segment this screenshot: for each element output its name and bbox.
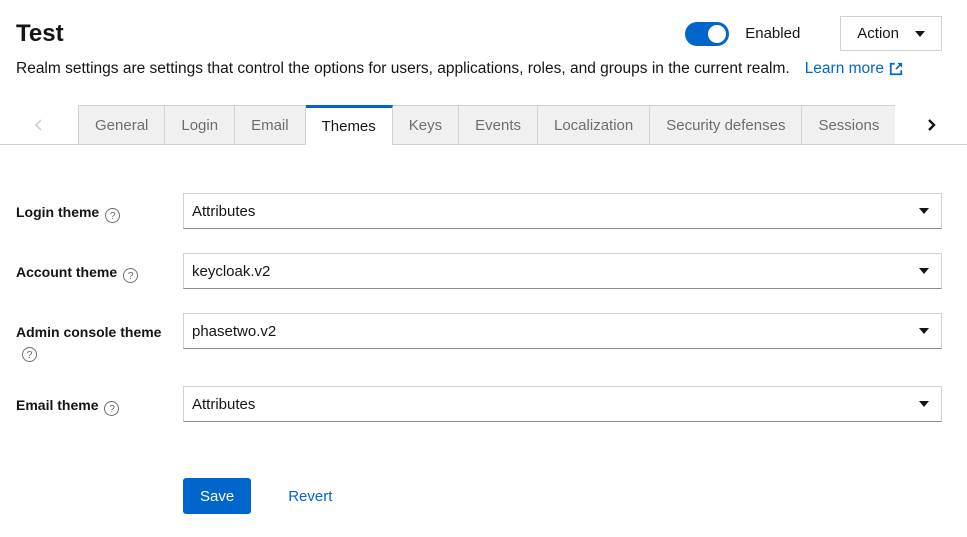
email-theme-label: Email theme? bbox=[16, 386, 176, 416]
email-theme-value: Attributes bbox=[192, 396, 255, 413]
account-theme-label: Account theme? bbox=[16, 253, 176, 283]
login-theme-row: Login theme? Attributes bbox=[16, 193, 942, 229]
tab-label: Login bbox=[181, 117, 218, 134]
revert-button[interactable]: Revert bbox=[288, 488, 332, 505]
admin-console-theme-value: phasetwo.v2 bbox=[192, 323, 276, 340]
help-icon[interactable]: ? bbox=[123, 268, 138, 283]
caret-down-icon bbox=[915, 31, 925, 37]
themes-form: Login theme? Attributes Account theme? k… bbox=[0, 193, 967, 514]
realm-settings-tabs: General Login Email Themes Keys Events L… bbox=[0, 105, 967, 145]
tab-sessions[interactable]: Sessions bbox=[802, 105, 895, 145]
caret-down-icon bbox=[919, 208, 929, 214]
chevron-left-icon bbox=[32, 118, 46, 132]
account-theme-select[interactable]: keycloak.v2 bbox=[183, 253, 942, 289]
page-header: Test Enabled Action Realm settings are s… bbox=[0, 0, 967, 78]
field-label-text: Email theme bbox=[16, 397, 98, 413]
tab-label: Sessions bbox=[818, 117, 879, 134]
tab-general[interactable]: General bbox=[78, 105, 165, 145]
admin-console-theme-label: Admin console theme? bbox=[16, 313, 176, 362]
tabs-scroll-left-button[interactable] bbox=[0, 105, 78, 145]
email-theme-row: Email theme? Attributes bbox=[16, 386, 942, 422]
tab-email[interactable]: Email bbox=[235, 105, 306, 145]
form-actions: Save Revert bbox=[183, 478, 942, 514]
action-dropdown-label: Action bbox=[857, 25, 899, 42]
caret-down-icon bbox=[919, 268, 929, 274]
tab-events[interactable]: Events bbox=[459, 105, 538, 145]
caret-down-icon bbox=[919, 328, 929, 334]
help-icon[interactable]: ? bbox=[22, 347, 37, 362]
tab-label: Localization bbox=[554, 117, 633, 134]
toggle-knob bbox=[708, 25, 726, 43]
save-button[interactable]: Save bbox=[183, 478, 251, 514]
learn-more-link[interactable]: Learn more bbox=[805, 60, 903, 78]
tab-security-defenses[interactable]: Security defenses bbox=[650, 105, 802, 145]
realm-description: Realm settings are settings that control… bbox=[16, 60, 790, 78]
help-icon[interactable]: ? bbox=[105, 208, 120, 223]
tab-label: Events bbox=[475, 117, 521, 134]
login-theme-value: Attributes bbox=[192, 203, 255, 220]
field-label-text: Login theme bbox=[16, 204, 99, 220]
admin-console-theme-row: Admin console theme? phasetwo.v2 bbox=[16, 313, 942, 362]
field-label-text: Admin console theme bbox=[16, 324, 161, 340]
learn-more-label: Learn more bbox=[805, 60, 884, 78]
tab-login[interactable]: Login bbox=[165, 105, 235, 145]
admin-console-theme-select[interactable]: phasetwo.v2 bbox=[183, 313, 942, 349]
help-icon[interactable]: ? bbox=[104, 401, 119, 416]
tab-themes[interactable]: Themes bbox=[306, 105, 393, 145]
enabled-label: Enabled bbox=[745, 25, 800, 42]
login-theme-label: Login theme? bbox=[16, 193, 176, 223]
enabled-toggle[interactable] bbox=[685, 22, 729, 46]
tabs-scroll-right-button[interactable] bbox=[895, 105, 967, 145]
tab-label: Keys bbox=[409, 117, 442, 134]
tab-keys[interactable]: Keys bbox=[393, 105, 459, 145]
tab-localization[interactable]: Localization bbox=[538, 105, 650, 145]
action-dropdown-button[interactable]: Action bbox=[840, 16, 942, 51]
chevron-right-icon bbox=[924, 118, 938, 132]
external-link-icon bbox=[889, 62, 903, 76]
tab-label: Email bbox=[251, 117, 289, 134]
login-theme-select[interactable]: Attributes bbox=[183, 193, 942, 229]
tab-label: Security defenses bbox=[666, 117, 785, 134]
page-title: Test bbox=[16, 19, 64, 49]
caret-down-icon bbox=[919, 401, 929, 407]
field-label-text: Account theme bbox=[16, 264, 117, 280]
email-theme-select[interactable]: Attributes bbox=[183, 386, 942, 422]
tabs-viewport: General Login Email Themes Keys Events L… bbox=[78, 105, 895, 145]
tab-label: General bbox=[95, 117, 148, 134]
account-theme-value: keycloak.v2 bbox=[192, 263, 270, 280]
account-theme-row: Account theme? keycloak.v2 bbox=[16, 253, 942, 289]
tab-label: Themes bbox=[322, 118, 376, 135]
